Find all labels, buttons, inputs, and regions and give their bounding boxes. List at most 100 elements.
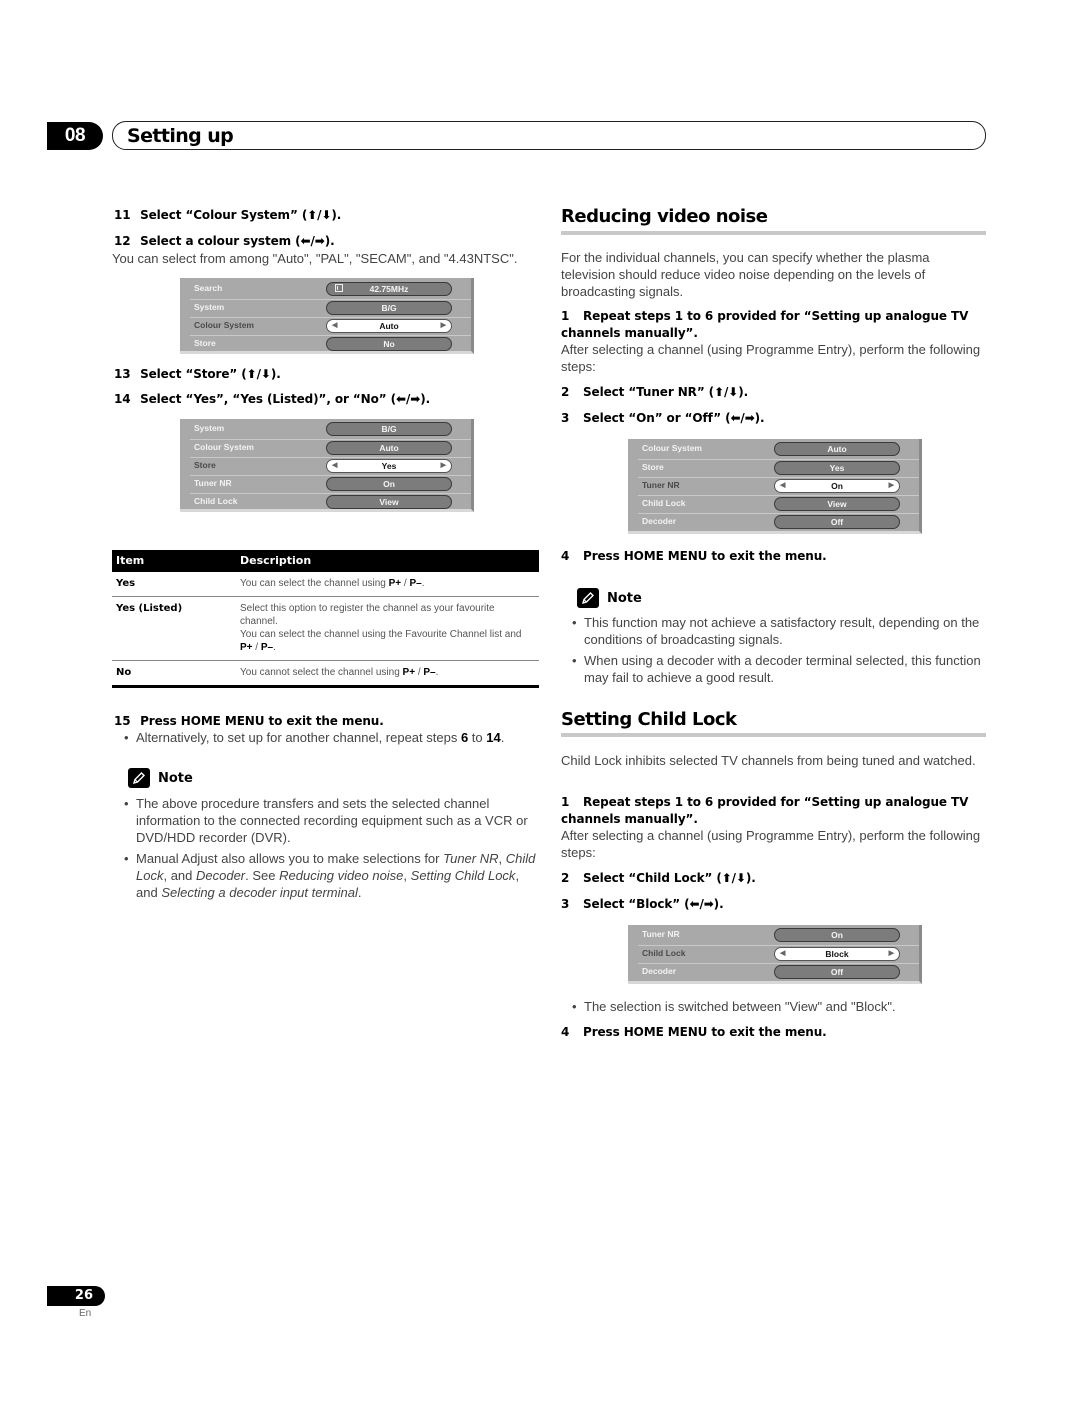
table-cell-item: No xyxy=(112,660,236,688)
arrow-right-icon[interactable]: ▶ xyxy=(889,480,894,492)
osd-value-text: No xyxy=(383,339,395,349)
table-header-description: Description xyxy=(236,550,539,572)
step-13: 13 Select “Store” (⬆/⬇). xyxy=(114,367,281,381)
osd-value[interactable]: No xyxy=(326,337,452,351)
osd-menu-store: System B/G Colour System Auto Store ◀ ▶ Yes Tune… xyxy=(180,419,474,512)
osd-menu-label: Store xyxy=(194,338,216,348)
osd-value[interactable]: Yes xyxy=(774,461,900,475)
step-14: 14 Select “Yes”, “Yes (Listed)”, or “No”… xyxy=(114,392,431,406)
osd-value[interactable]: B/G xyxy=(326,301,452,315)
section-rule xyxy=(561,231,986,235)
osd-value-selector[interactable]: ◀ ▶ Auto xyxy=(326,319,452,333)
step-11-text: Select “Colour System” (⬆/⬇). xyxy=(140,208,342,222)
section-title-reducing-video-noise: Reducing video noise xyxy=(561,206,768,227)
osd-value-text: B/G xyxy=(381,303,397,313)
osd-value[interactable]: Auto xyxy=(326,441,452,455)
osd-menu-label: Store xyxy=(194,460,216,470)
osd-value[interactable]: Off xyxy=(774,515,900,529)
osd-menu-label: Tuner NR xyxy=(642,480,680,490)
osd-menu-row[interactable]: Store ◀ ▶ Yes xyxy=(190,457,471,475)
noise-step-3-text: Select “On” or “Off” (⬅/➡). xyxy=(583,411,765,425)
osd-menu-row[interactable]: Tuner NR On xyxy=(190,475,471,493)
osd-value[interactable]: On xyxy=(326,477,452,491)
osd-value[interactable]: View xyxy=(774,497,900,511)
osd-value[interactable]: B/G xyxy=(326,422,452,436)
osd-menu-row[interactable]: Tuner NR On xyxy=(638,927,919,945)
osd-value-selector[interactable]: ◀ ▶ Yes xyxy=(326,459,452,473)
osd-menu-row[interactable]: Store Yes xyxy=(638,459,919,477)
osd-menu-label: System xyxy=(194,423,225,433)
osd-menu-label: Child Lock xyxy=(642,948,686,958)
noise-step-4: 4 Press HOME MENU to exit the menu. xyxy=(561,549,827,563)
noise-step-1: 1 Repeat steps 1 to 6 provided for “Setti… xyxy=(561,309,969,340)
table-header-row: Item Description xyxy=(112,550,539,572)
osd-menu-tuner-nr: Colour System Auto Store Yes Tuner NR ◀ ▶ On Chi… xyxy=(628,439,922,534)
osd-value[interactable]: On xyxy=(774,928,900,942)
osd-menu-colour-system: Search 42.75MHz System B/G Colour System ◀ ▶ Au… xyxy=(180,278,474,354)
note-item: When using a decoder with a decoder term… xyxy=(572,652,990,686)
osd-menu-row[interactable]: Child Lock View xyxy=(190,493,471,511)
osd-menu-label: Search xyxy=(194,283,223,293)
table-cell-item: Yes (Listed) xyxy=(112,596,236,661)
osd-value-text: On xyxy=(383,479,395,489)
arrow-left-icon[interactable]: ◀ xyxy=(780,948,785,960)
arrow-right-icon[interactable]: ▶ xyxy=(441,460,446,472)
osd-menu-row[interactable]: Child Lock View xyxy=(638,495,919,513)
osd-menu-row[interactable]: Decoder Off xyxy=(638,513,919,531)
osd-menu-row[interactable]: Colour System ◀ ▶ Auto xyxy=(190,317,471,335)
osd-value-selector[interactable]: ◀ ▶ On xyxy=(774,479,900,493)
childlock-step-3-text: Select “Block” (⬅/➡). xyxy=(583,897,724,911)
osd-value-text: 42.75MHz xyxy=(369,284,409,294)
osd-menu-label: Decoder xyxy=(642,516,677,526)
table-row: Yes (Listed) Select this option to regis… xyxy=(112,596,539,661)
arrow-left-icon[interactable]: ◀ xyxy=(332,460,337,472)
childlock-step-2-text: Select “Child Lock” (⬆/⬇). xyxy=(583,871,756,885)
noise-step-2-text: Select “Tuner NR” (⬆/⬇). xyxy=(583,385,749,399)
osd-menu-row[interactable]: Child Lock ◀ ▶ Block xyxy=(638,945,919,963)
search-bar-icon xyxy=(335,284,343,292)
osd-menu-row[interactable]: Tuner NR ◀ ▶ On xyxy=(638,477,919,495)
osd-menu-row[interactable]: Colour System Auto xyxy=(638,441,919,459)
arrow-left-icon[interactable]: ◀ xyxy=(332,320,337,332)
step-15-text: Press HOME MENU to exit the menu. xyxy=(140,714,384,728)
osd-value[interactable]: Off xyxy=(774,965,900,979)
step-15-bullets: Alternatively, to set up for another cha… xyxy=(124,729,544,750)
noise-step-1-body: After selecting a channel (using Program… xyxy=(561,342,981,374)
osd-value[interactable]: Auto xyxy=(774,442,900,456)
note-heading-right: Note xyxy=(577,588,642,608)
osd-menu-label: Decoder xyxy=(642,966,677,976)
osd-menu-row[interactable]: Decoder Off xyxy=(638,963,919,981)
childlock-step-1-body: After selecting a channel (using Program… xyxy=(561,828,981,860)
osd-menu-row[interactable]: Colour System Auto xyxy=(190,439,471,457)
osd-menu-row[interactable]: System B/G xyxy=(190,299,471,317)
osd-value[interactable]: 42.75MHz xyxy=(326,282,452,296)
osd-menu-label: Tuner NR xyxy=(194,478,232,488)
childlock-step-2: 2 Select “Child Lock” (⬆/⬇). xyxy=(561,871,756,885)
noise-step-4-text: Press HOME MENU to exit the menu. xyxy=(583,549,827,563)
note-heading-left: Note xyxy=(128,768,193,788)
osd-value-text: Auto xyxy=(379,443,399,453)
table-header-item: Item xyxy=(112,550,236,572)
step-12-text: Select a colour system (⬅/➡). xyxy=(140,234,335,248)
osd-menu-label: Child Lock xyxy=(642,498,686,508)
osd-menu-label: Colour System xyxy=(642,443,702,453)
note-list-left: The above procedure transfers and sets t… xyxy=(124,795,542,905)
noise-step-1-text: Repeat steps 1 to 6 provided for “Settin… xyxy=(561,309,969,340)
osd-menu-row[interactable]: Search 42.75MHz xyxy=(190,281,471,299)
note-list-right: This function may not achieve a satisfac… xyxy=(572,614,990,690)
osd-value[interactable]: View xyxy=(326,495,452,509)
osd-menu-label: Child Lock xyxy=(194,496,238,506)
osd-value-selector[interactable]: ◀ ▶ Block xyxy=(774,947,900,961)
osd-menu-row[interactable]: Store No xyxy=(190,335,471,353)
table-cell-item: Yes xyxy=(112,572,236,597)
arrow-right-icon[interactable]: ▶ xyxy=(889,948,894,960)
step-15: 15 Press HOME MENU to exit the menu. xyxy=(114,714,384,728)
store-options-table: Item Description Yes You can select the … xyxy=(112,550,539,688)
osd-menu-row[interactable]: System B/G xyxy=(190,421,471,439)
step-14-text: Select “Yes”, “Yes (Listed)”, or “No” (⬅… xyxy=(140,392,431,406)
arrow-right-icon[interactable]: ▶ xyxy=(441,320,446,332)
childlock-step-1-text: Repeat steps 1 to 6 provided for “Settin… xyxy=(561,795,969,826)
section-rule xyxy=(561,733,986,737)
osd-value-text: View xyxy=(379,497,399,507)
arrow-left-icon[interactable]: ◀ xyxy=(780,480,785,492)
